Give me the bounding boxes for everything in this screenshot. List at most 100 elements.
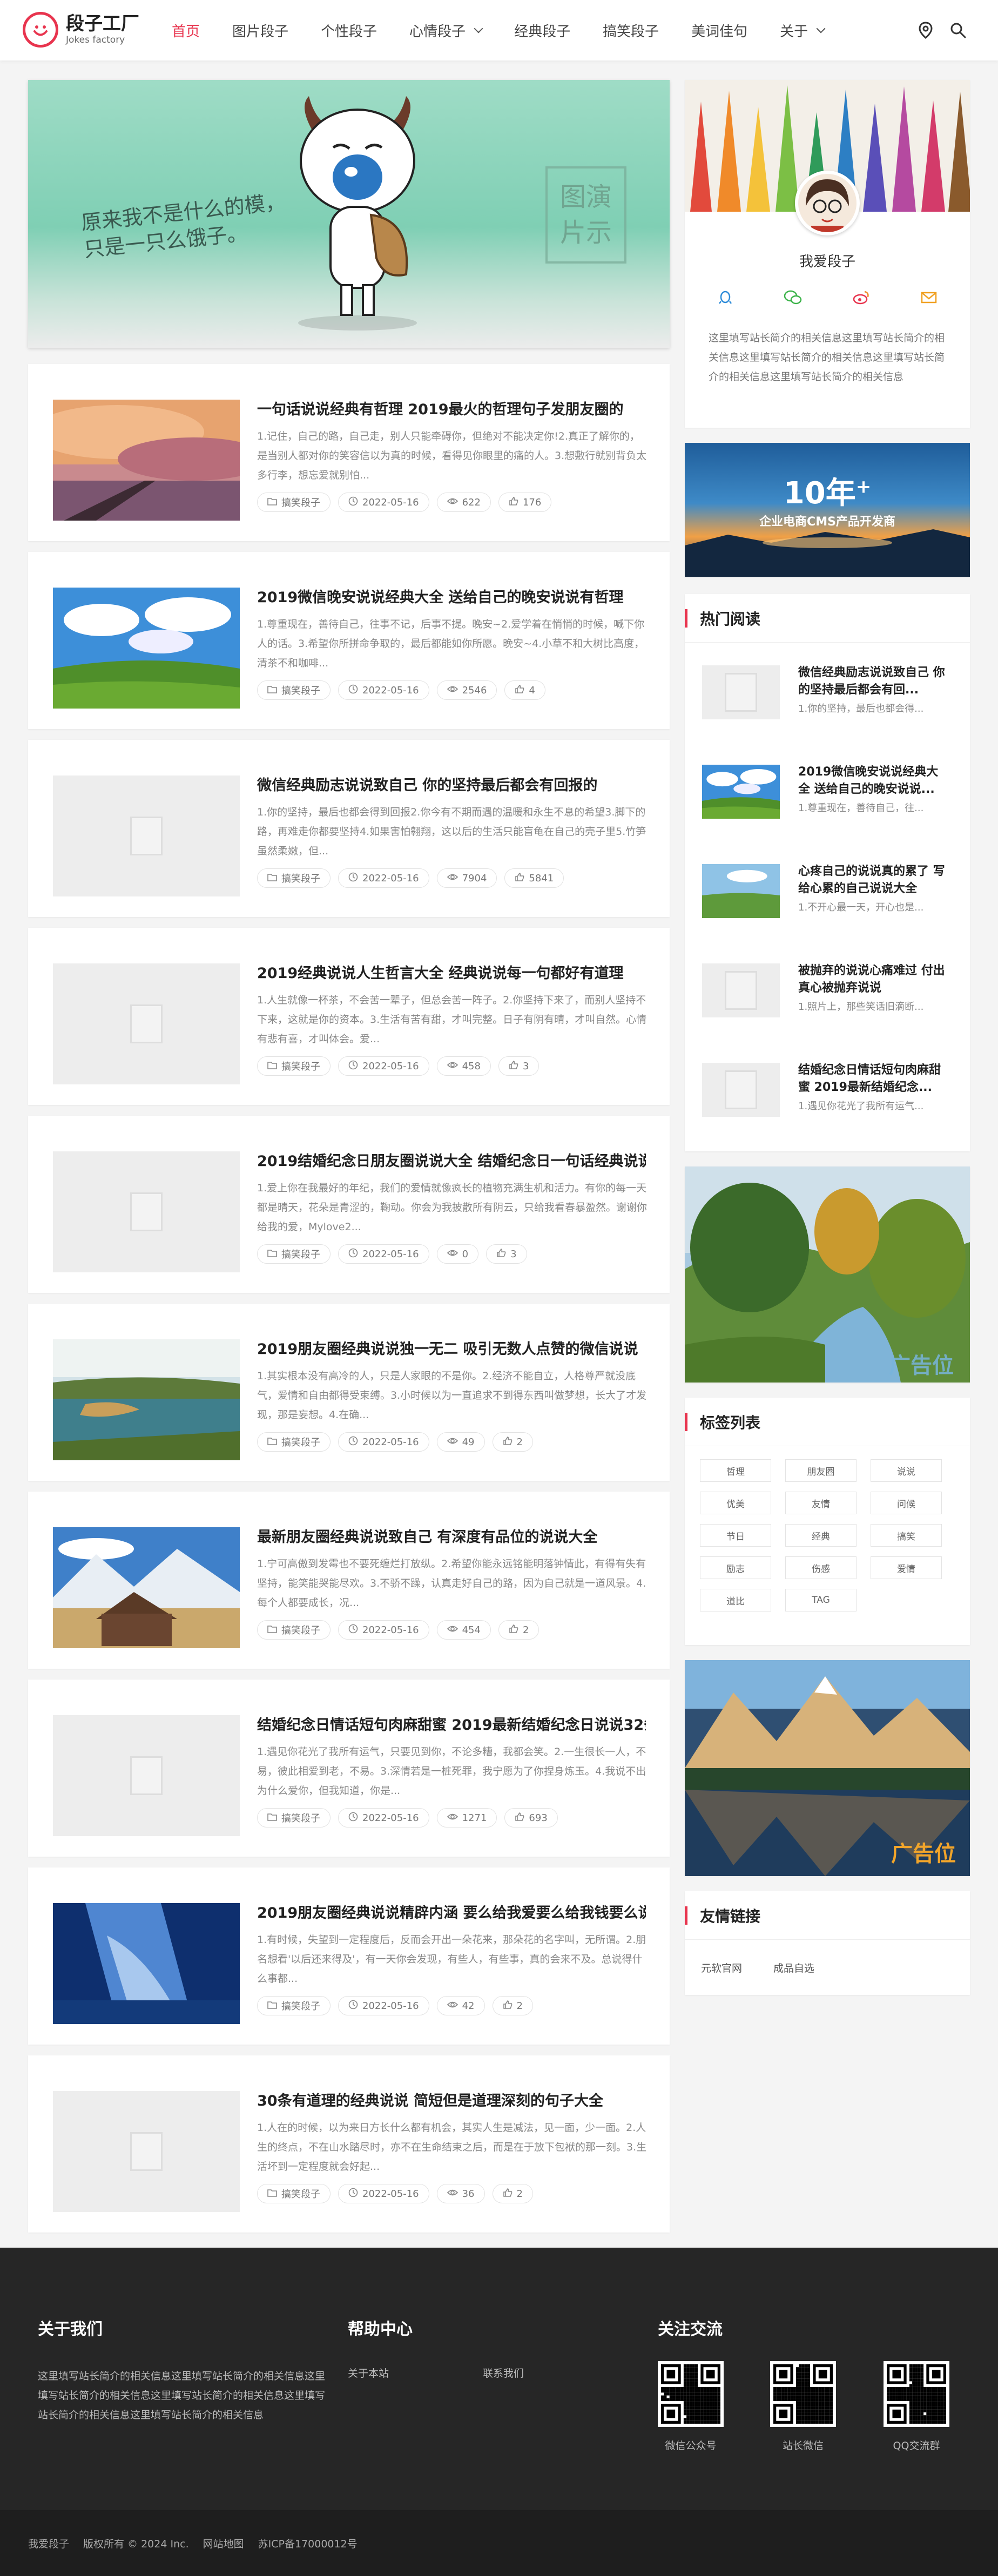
- nav-item-funny-jokes[interactable]: 搞笑段子: [603, 21, 659, 41]
- wechat-icon[interactable]: [784, 289, 802, 306]
- post-category-tag[interactable]: 搞笑段子: [257, 868, 331, 888]
- post-likes[interactable]: 2: [492, 1432, 533, 1452]
- nav-item-personal-jokes[interactable]: 个性段子: [321, 21, 377, 41]
- hot-reading-title-text[interactable]: 微信经典励志说说致自己 你的坚持最后都会有回...: [798, 664, 949, 699]
- post-category-tag[interactable]: 搞笑段子: [257, 1808, 331, 1828]
- post-card[interactable]: 2019朋友圈经典说说精辟内涵 要么给我爱要么给我钱要么说 1.有时候，失望到一…: [28, 1867, 670, 2045]
- post-title[interactable]: 结婚纪念日情话短句肉麻甜蜜 2019最新结婚纪念日说说32条: [257, 1713, 646, 1734]
- friend-link[interactable]: 成品自选: [773, 1960, 814, 1975]
- nav-item-classic-jokes[interactable]: 经典段子: [514, 21, 570, 41]
- location-icon[interactable]: [916, 21, 935, 40]
- post-thumbnail[interactable]: [53, 1527, 240, 1648]
- hot-reading-title-text[interactable]: 2019微信晚安说说经典大全 送给自己的晚安说说...: [798, 764, 949, 798]
- post-card[interactable]: 最新朋友圈经典说说致自己 有深度有品位的说说大全 1.宁可高傲到发霉也不要死缠烂…: [28, 1492, 670, 1669]
- hot-reading-item[interactable]: 结婚纪念日情话短句肉麻甜蜜 2019最新结婚纪念... 1.遇见你花光了我所有运…: [685, 1040, 970, 1139]
- hot-reading-title-text[interactable]: 被抛弃的说说心痛难过 付出真心被抛弃说说: [798, 962, 949, 997]
- hot-reading-title-text[interactable]: 心疼自己的说说真的累了 写给心累的自己说说大全: [798, 863, 949, 898]
- post-thumbnail[interactable]: [53, 400, 240, 521]
- post-thumbnail[interactable]: [53, 1151, 240, 1272]
- tag-chip[interactable]: 道比: [700, 1589, 771, 1611]
- post-card[interactable]: 一句话说说经典有哲理 2019最火的哲理句子发朋友圈的 1.记住，自己的路，自己…: [28, 364, 670, 541]
- post-likes[interactable]: 3: [486, 1244, 527, 1264]
- hero-banner[interactable]: 原来我不是什么的模， 只是一只么饿子。 图演片示: [28, 80, 670, 348]
- post-card[interactable]: 2019朋友圈经典说说独一无二 吸引无数人点赞的微信说说 1.其实根本没有高冷的…: [28, 1304, 670, 1481]
- post-likes[interactable]: 176: [498, 493, 552, 512]
- post-likes[interactable]: 3: [498, 1056, 540, 1076]
- hot-reading-item[interactable]: 被抛弃的说说心痛难过 付出真心被抛弃说说 1.照片上，那些笑话旧滴断...: [685, 941, 970, 1040]
- post-card[interactable]: 2019微信晚安说说经典大全 送给自己的晚安说说有哲理 1.尊重现在，善待自己，…: [28, 552, 670, 729]
- post-category-tag[interactable]: 搞笑段子: [257, 1996, 331, 2015]
- tag-chip[interactable]: 朋友圈: [785, 1459, 857, 1482]
- post-thumbnail[interactable]: [53, 1903, 240, 2024]
- post-title[interactable]: 最新朋友圈经典说说致自己 有深度有品位的说说大全: [257, 1525, 646, 1546]
- nav-item-mood-jokes[interactable]: 心情段子: [409, 21, 483, 41]
- post-category-tag[interactable]: 搞笑段子: [257, 1432, 331, 1452]
- avatar[interactable]: [795, 171, 860, 235]
- tag-chip[interactable]: 哲理: [700, 1459, 771, 1482]
- tag-chip[interactable]: 说说: [871, 1459, 942, 1482]
- hot-reading-title-text[interactable]: 结婚纪念日情话短句肉麻甜蜜 2019最新结婚纪念...: [798, 1062, 949, 1096]
- friend-link[interactable]: 元软官网: [701, 1960, 742, 1975]
- copyright-site-name[interactable]: 我爱段子: [28, 2536, 69, 2551]
- tag-chip[interactable]: 搞笑: [871, 1524, 942, 1547]
- ad-slot-landscape[interactable]: 广告位: [685, 1166, 970, 1383]
- tag-chip[interactable]: 节日: [700, 1524, 771, 1547]
- sitemap-link[interactable]: 网站地图: [203, 2536, 244, 2551]
- tag-chip[interactable]: 优美: [700, 1492, 771, 1514]
- search-icon[interactable]: [948, 21, 968, 40]
- post-title[interactable]: 2019朋友圈经典说说精辟内涵 要么给我爱要么给我钱要么说: [257, 1901, 646, 1922]
- post-title[interactable]: 2019微信晚安说说经典大全 送给自己的晚安说说有哲理: [257, 585, 646, 606]
- tag-chip[interactable]: 问候: [871, 1492, 942, 1514]
- hot-reading-thumbnail[interactable]: [702, 765, 780, 819]
- nav-item-quotes[interactable]: 美词佳句: [691, 21, 747, 41]
- hot-reading-thumbnail[interactable]: [702, 963, 780, 1017]
- site-logo[interactable]: 段子工厂 Jokes factory: [23, 12, 139, 48]
- hot-reading-item[interactable]: 微信经典励志说说致自己 你的坚持最后都会有回... 1.你的坚持，最后也都会得.…: [685, 643, 970, 742]
- nav-item-home[interactable]: 首页: [172, 21, 200, 41]
- nav-item-about[interactable]: 关于: [780, 21, 826, 41]
- hot-reading-thumbnail[interactable]: [702, 864, 780, 918]
- hot-reading-item[interactable]: 心疼自己的说说真的累了 写给心累的自己说说大全 1.不开心最一天，开心也是...: [685, 841, 970, 941]
- post-title[interactable]: 2019朋友圈经典说说独一无二 吸引无数人点赞的微信说说: [257, 1337, 646, 1358]
- tag-chip[interactable]: 友情: [785, 1492, 857, 1514]
- ad-banner-cms[interactable]: 10年+ 企业电商CMS产品开发商: [685, 443, 970, 577]
- post-category-tag[interactable]: 搞笑段子: [257, 2184, 331, 2203]
- ad-slot-mountain[interactable]: 广告位: [685, 1660, 970, 1876]
- tag-chip[interactable]: TAG: [785, 1589, 857, 1611]
- post-category-tag[interactable]: 搞笑段子: [257, 1244, 331, 1264]
- post-card[interactable]: 结婚纪念日情话短句肉麻甜蜜 2019最新结婚纪念日说说32条 1.遇见你花光了我…: [28, 1680, 670, 1857]
- post-category-tag[interactable]: 搞笑段子: [257, 680, 331, 700]
- hot-reading-thumbnail[interactable]: [702, 665, 780, 719]
- post-title[interactable]: 2019结婚纪念日朋友圈说说大全 结婚纪念日一句话经典说说: [257, 1149, 646, 1170]
- post-thumbnail[interactable]: [53, 2091, 240, 2212]
- post-likes[interactable]: 2: [492, 1996, 533, 2015]
- qq-icon[interactable]: [717, 289, 733, 306]
- post-title[interactable]: 30条有道理的经典说说 简短但是道理深刻的句子大全: [257, 2089, 646, 2110]
- post-thumbnail[interactable]: [53, 776, 240, 896]
- post-card[interactable]: 2019结婚纪念日朋友圈说说大全 结婚纪念日一句话经典说说 1.爱上你在我最好的…: [28, 1116, 670, 1293]
- email-icon[interactable]: [920, 289, 938, 306]
- post-title[interactable]: 一句话说说经典有哲理 2019最火的哲理句子发朋友圈的: [257, 397, 646, 419]
- post-card[interactable]: 2019经典说说人生哲言大全 经典说说每一句都好有道理 1.人生就像一杯茶，不会…: [28, 928, 670, 1105]
- post-card[interactable]: 微信经典励志说说致自己 你的坚持最后都会有回报的 1.你的坚持，最后也都会得到回…: [28, 740, 670, 917]
- post-card[interactable]: 30条有道理的经典说说 简短但是道理深刻的句子大全 1.人在的时候，以为来日方长…: [28, 2055, 670, 2233]
- tag-chip[interactable]: 爱情: [871, 1556, 942, 1579]
- post-thumbnail[interactable]: [53, 1339, 240, 1460]
- hot-reading-item[interactable]: 2019微信晚安说说经典大全 送给自己的晚安说说... 1.尊重现在，善待自己，…: [685, 742, 970, 841]
- post-thumbnail[interactable]: [53, 963, 240, 1084]
- post-title[interactable]: 2019经典说说人生哲言大全 经典说说每一句都好有道理: [257, 961, 646, 982]
- tag-chip[interactable]: 伤感: [785, 1556, 857, 1579]
- tag-chip[interactable]: 经典: [785, 1524, 857, 1547]
- post-likes[interactable]: 693: [504, 1808, 558, 1828]
- nav-item-image-jokes[interactable]: 图片段子: [232, 21, 288, 41]
- post-likes[interactable]: 2: [498, 1620, 540, 1640]
- tag-chip[interactable]: 励志: [700, 1556, 771, 1579]
- hot-reading-thumbnail[interactable]: [702, 1063, 780, 1117]
- weibo-icon[interactable]: [853, 289, 870, 306]
- icp-link[interactable]: 苏ICP备17000012号: [258, 2536, 358, 2551]
- post-likes[interactable]: 5841: [504, 868, 564, 888]
- footer-link-contact[interactable]: 联系我们: [483, 2365, 524, 2380]
- post-category-tag[interactable]: 搞笑段子: [257, 493, 331, 512]
- post-likes[interactable]: 2: [492, 2184, 533, 2203]
- post-category-tag[interactable]: 搞笑段子: [257, 1620, 331, 1640]
